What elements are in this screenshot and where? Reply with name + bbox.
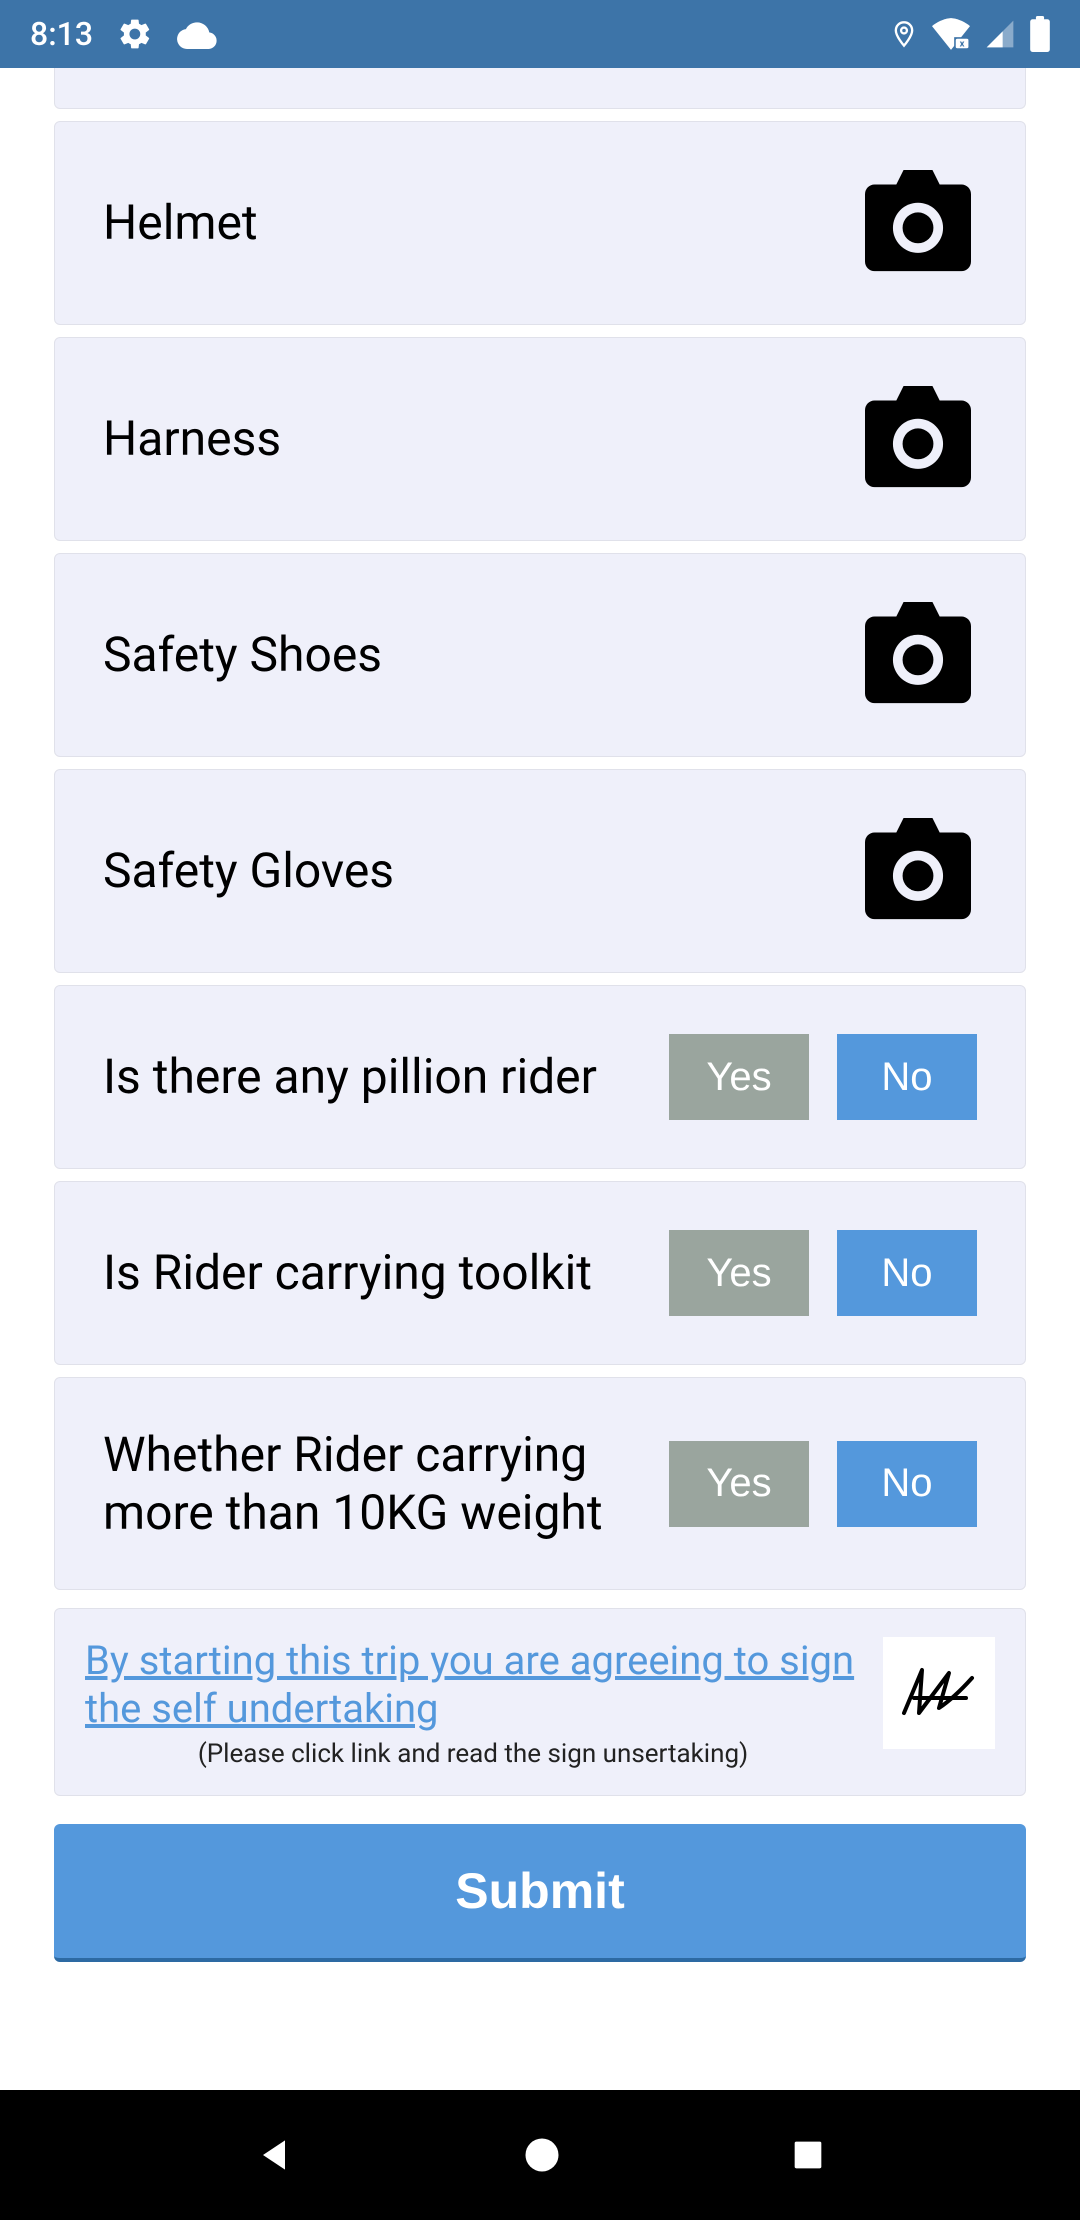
- camera-icon[interactable]: [859, 170, 977, 276]
- camera-icon[interactable]: [859, 386, 977, 492]
- status-time: 8:13: [30, 15, 93, 53]
- no-button[interactable]: No: [837, 1230, 977, 1316]
- yes-no-group: Yes No: [669, 1230, 977, 1316]
- camera-icon[interactable]: [859, 602, 977, 708]
- item-label: Harness: [103, 410, 859, 468]
- yes-no-group: Yes No: [669, 1441, 977, 1527]
- status-bar-right: x: [890, 16, 1050, 52]
- recents-button[interactable]: [788, 2135, 828, 2175]
- yes-button[interactable]: Yes: [669, 1441, 809, 1527]
- item-label: Safety Gloves: [103, 842, 859, 900]
- question-label: Is Rider carrying toolkit: [103, 1244, 669, 1302]
- location-icon: [890, 16, 918, 52]
- question-carrying-toolkit: Is Rider carrying toolkit Yes No: [54, 1181, 1026, 1365]
- android-nav-bar: [0, 2090, 1080, 2220]
- no-button[interactable]: No: [837, 1034, 977, 1120]
- undertaking-link[interactable]: By starting this trip you are agreeing t…: [85, 1637, 861, 1733]
- yes-button[interactable]: Yes: [669, 1230, 809, 1316]
- back-button[interactable]: [252, 2133, 296, 2177]
- signal-icon: [984, 18, 1016, 50]
- gear-icon: [117, 16, 153, 52]
- content-area: Helmet Harness Safety Shoes Safety Glove…: [0, 68, 1080, 2090]
- question-label: Whether Rider carrying more than 10KG we…: [103, 1426, 669, 1541]
- item-label: Safety Shoes: [103, 626, 859, 684]
- undertaking-note: (Please click link and read the sign uns…: [85, 1739, 861, 1769]
- signature-box[interactable]: [883, 1637, 995, 1749]
- question-ten-kg-weight: Whether Rider carrying more than 10KG we…: [54, 1377, 1026, 1590]
- undertaking-card: By starting this trip you are agreeing t…: [54, 1608, 1026, 1796]
- no-button[interactable]: No: [837, 1441, 977, 1527]
- submit-button[interactable]: Submit: [54, 1824, 1026, 1962]
- question-label: Is there any pillion rider: [103, 1048, 669, 1106]
- status-bar: 8:13 x: [0, 0, 1080, 68]
- cloud-icon: [177, 19, 217, 49]
- wifi-icon: x: [932, 18, 970, 50]
- camera-icon[interactable]: [859, 818, 977, 924]
- photo-item-safety-gloves: Safety Gloves: [54, 769, 1026, 973]
- yes-no-group: Yes No: [669, 1034, 977, 1120]
- battery-icon: [1030, 16, 1050, 52]
- signature-icon: [894, 1658, 984, 1728]
- svg-text:x: x: [960, 39, 965, 50]
- status-bar-left: 8:13: [30, 15, 217, 53]
- item-label: Helmet: [103, 194, 859, 252]
- list-item: [54, 68, 1026, 109]
- undertaking-text: By starting this trip you are agreeing t…: [85, 1637, 861, 1769]
- form-scroll[interactable]: Helmet Harness Safety Shoes Safety Glove…: [0, 68, 1080, 2090]
- yes-button[interactable]: Yes: [669, 1034, 809, 1120]
- photo-item-helmet: Helmet: [54, 121, 1026, 325]
- photo-item-safety-shoes: Safety Shoes: [54, 553, 1026, 757]
- home-button[interactable]: [520, 2133, 564, 2177]
- photo-item-harness: Harness: [54, 337, 1026, 541]
- question-pillion-rider: Is there any pillion rider Yes No: [54, 985, 1026, 1169]
